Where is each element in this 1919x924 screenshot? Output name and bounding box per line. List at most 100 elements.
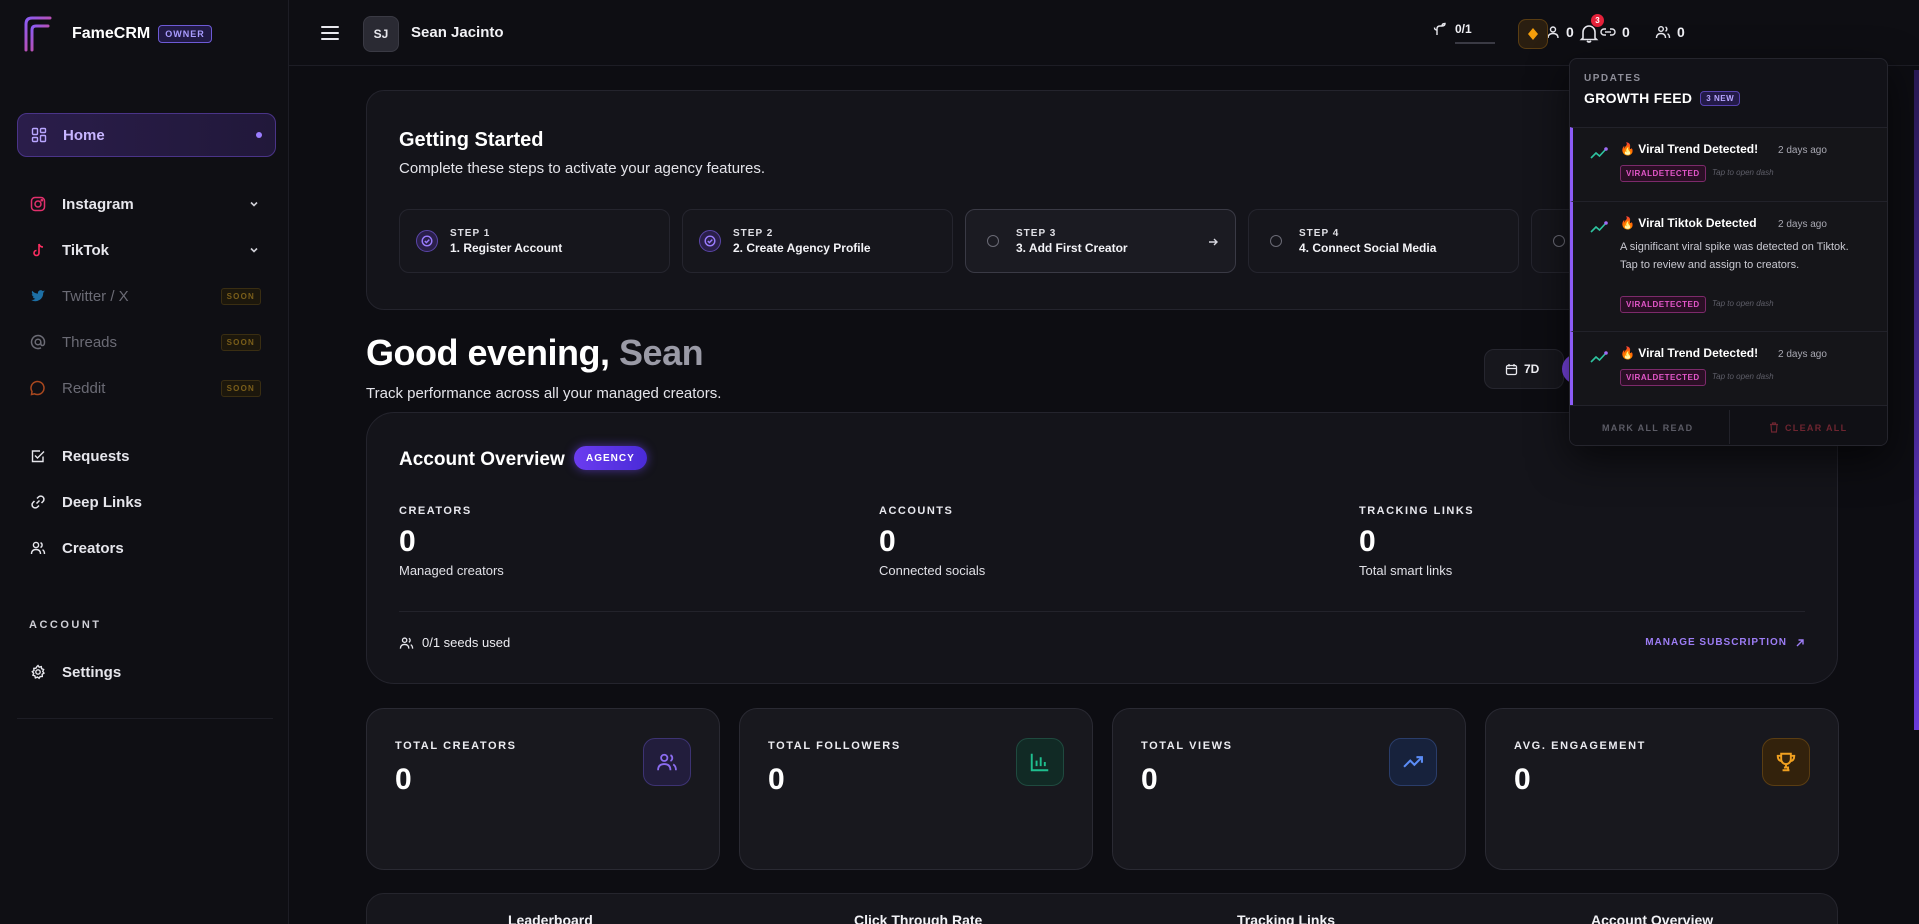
sidebar-item-tiktok[interactable]: TikTok	[17, 228, 276, 272]
notifications-title-text: GROWTH FEED	[1584, 90, 1693, 106]
step-label: 3. Add First Creator	[1016, 240, 1128, 255]
sidebar-item-settings[interactable]: Settings	[17, 650, 276, 694]
notification-item[interactable]: 🔥 Viral Tiktok Detected 2 days ago A sig…	[1570, 201, 1887, 331]
metric-accounts: ACCOUNTS 0 Connected socials	[879, 505, 985, 578]
new-count-badge: 3 NEW	[1700, 90, 1741, 106]
avatar[interactable]: SJ	[363, 16, 399, 52]
famecrm-logo-icon	[24, 16, 52, 52]
step-4[interactable]: STEP 4 4. Connect Social Media	[1248, 209, 1519, 273]
sidebar: FameCRM OWNER Home Instagram TikTok Twit…	[0, 0, 289, 924]
step-label: 2. Create Agency Profile	[733, 240, 871, 255]
notification-count-badge: 3	[1591, 14, 1604, 27]
tiktok-icon	[29, 241, 47, 259]
calendar-icon	[1505, 363, 1518, 375]
trending-up-icon	[1590, 147, 1608, 159]
kpi-total-creators: TOTAL CREATORS 0	[366, 708, 720, 870]
manage-subscription-label: MANAGE SUBSCRIPTION	[1645, 637, 1787, 648]
scrollbar[interactable]	[1914, 70, 1919, 730]
agency-badge: AGENCY	[574, 446, 647, 470]
sidebar-divider	[17, 718, 273, 719]
sidebar-item-reddit[interactable]: Reddit SOON	[17, 366, 276, 410]
reddit-icon	[29, 379, 47, 397]
notification-body: A significant viral spike was detected o…	[1620, 241, 1849, 271]
date-range-button[interactable]: 7D	[1484, 349, 1564, 389]
bar-chart-icon	[1016, 738, 1064, 786]
metric-label: TRACKING LINKS	[1359, 505, 1475, 517]
chevron-down-icon[interactable]	[248, 244, 260, 256]
notification-item[interactable]: 🔥 Viral Trend Detected! 2 days ago VIRAL…	[1570, 127, 1887, 201]
grid-icon	[30, 126, 48, 144]
active-dot	[256, 132, 262, 138]
external-arrow-icon	[1796, 638, 1804, 646]
clear-all-button[interactable]: CLEAR ALL	[1769, 422, 1847, 433]
metric-description: Total smart links	[1359, 563, 1453, 578]
overview-divider	[399, 611, 1805, 612]
kpi-avg-engagement: AVG. ENGAGEMENT 0	[1485, 708, 1839, 870]
getting-started-title: Getting Started	[399, 129, 544, 151]
sidebar-item-label: TikTok	[62, 241, 109, 259]
metric-tracking-links: TRACKING LINKS 0 Total smart links	[1359, 505, 1474, 578]
kpi-label: AVG. ENGAGEMENT	[1514, 740, 1646, 752]
accounts-count-chip[interactable]: 0	[1655, 24, 1685, 40]
links-count-chip[interactable]: 0	[1600, 24, 1630, 40]
notification-tag: VIRALDETECTED	[1620, 165, 1706, 182]
brand[interactable]: FameCRM OWNER	[20, 14, 212, 54]
footer-separator	[1729, 410, 1730, 444]
gear-icon	[29, 663, 47, 681]
trending-up-icon	[1590, 221, 1608, 233]
tab-leaderboard[interactable]: Leaderboard	[508, 912, 593, 924]
step-1[interactable]: STEP 1 1. Register Account	[399, 209, 670, 273]
seeds-count: 0/1	[1455, 22, 1472, 36]
metric-description: Connected socials	[879, 563, 986, 578]
sidebar-item-deep-links[interactable]: Deep Links	[17, 480, 276, 524]
user-name[interactable]: Sean Jacinto	[411, 24, 504, 41]
account-overview-title: Account Overview	[399, 449, 565, 470]
tab-tracking-links[interactable]: Tracking Links	[1237, 912, 1335, 924]
sidebar-item-requests[interactable]: Requests	[17, 434, 276, 478]
chevron-down-icon[interactable]	[248, 198, 260, 210]
mark-all-read-button[interactable]: MARK ALL READ	[1602, 423, 1693, 433]
sidebar-item-label: Settings	[62, 663, 122, 681]
sidebar-item-twitter[interactable]: Twitter / X SOON	[17, 274, 276, 318]
sidebar-item-threads[interactable]: Threads SOON	[17, 320, 276, 364]
metric-description: Managed creators	[399, 563, 504, 578]
empty-circle-icon	[987, 235, 999, 247]
notification-hint: Tap to open dash	[1712, 299, 1774, 308]
greeting-heading: Good evening, Sean	[366, 332, 704, 374]
notifications-dropdown: UPDATES GROWTH FEED 3 NEW 🔥 Viral Trend …	[1569, 58, 1888, 446]
notifications-header: UPDATES GROWTH FEED 3 NEW	[1584, 73, 1741, 106]
tab-account-overview[interactable]: Account Overview	[1591, 912, 1713, 924]
sidebar-item-instagram[interactable]: Instagram	[17, 182, 276, 226]
sidebar-item-label: Home	[63, 126, 105, 144]
notifications-title: GROWTH FEED 3 NEW	[1584, 90, 1741, 106]
seeds-chip[interactable]: 0/1	[1433, 22, 1495, 44]
step-number: STEP 4	[1299, 227, 1340, 239]
upgrade-button[interactable]	[1518, 19, 1548, 49]
notification-title: 🔥 Viral Trend Detected!	[1620, 346, 1759, 360]
metric-value: 0	[879, 525, 896, 558]
notification-time: 2 days ago	[1778, 145, 1827, 156]
sidebar-item-creators[interactable]: Creators	[17, 526, 276, 570]
manage-subscription-link[interactable]: MANAGE SUBSCRIPTION	[1645, 637, 1805, 648]
step-3[interactable]: STEP 3 3. Add First Creator	[965, 209, 1236, 273]
step-2[interactable]: STEP 2 2. Create Agency Profile	[682, 209, 953, 273]
sidebar-item-label: Twitter / X	[62, 287, 129, 305]
top-bar: SJ Sean Jacinto 0 0 0 0/1 3	[289, 0, 1919, 66]
greeting-prefix: Good evening,	[366, 332, 610, 373]
soon-badge: SOON	[220, 287, 261, 305]
notification-item[interactable]: 🔥 Viral Trend Detected! 2 days ago VIRAL…	[1570, 331, 1887, 405]
kpi-value: 0	[395, 763, 412, 796]
accounts-count: 0	[1677, 24, 1685, 40]
creators-count: 0	[1566, 24, 1574, 40]
menu-icon[interactable]	[319, 24, 341, 42]
check-circle-icon	[416, 230, 438, 252]
greeting-name: Sean	[619, 332, 704, 373]
creators-count-chip[interactable]: 0	[1546, 24, 1574, 40]
trending-up-icon	[1389, 738, 1437, 786]
step-label: 1. Register Account	[450, 240, 563, 255]
step-number: STEP 2	[733, 227, 774, 239]
link-icon	[29, 493, 47, 511]
tab-click-through-rate[interactable]: Click Through Rate	[854, 912, 982, 924]
sidebar-item-home[interactable]: Home	[17, 113, 276, 157]
user-icon	[1547, 26, 1559, 39]
